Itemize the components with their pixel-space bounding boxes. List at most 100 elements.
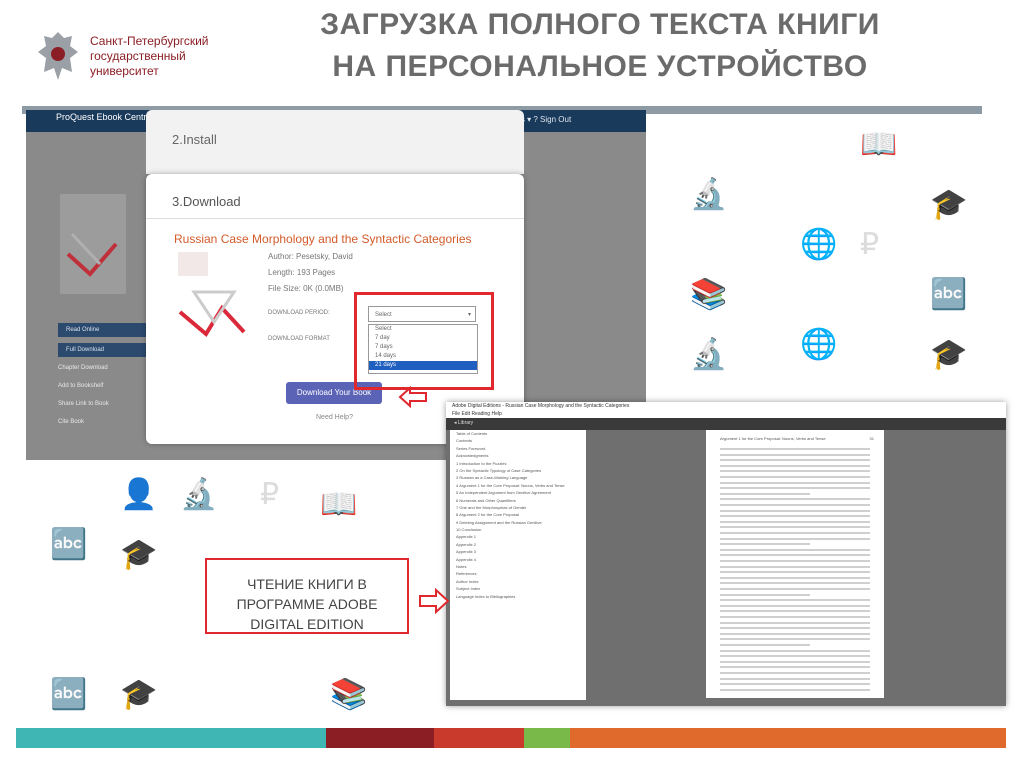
toc-item[interactable]: Subject Index (450, 585, 586, 592)
graduation-cap-icon: 🎓 (120, 538, 158, 571)
microscope-icon: 🔬 (690, 338, 728, 371)
toc-item[interactable]: 4 Argument 1 for the Core Proposal: Noun… (450, 482, 586, 489)
caption-line: ПРОГРАММЕ ADOBE (236, 596, 378, 612)
page-text-line (720, 621, 870, 624)
logo-line: университет (90, 64, 159, 78)
ebook-brand: ProQuest Ebook Central (56, 112, 154, 122)
toc-item[interactable]: 7 One and the Morphosyntax of Gender (450, 504, 586, 511)
toc-item[interactable]: References (450, 570, 586, 577)
title-line: ЗАГРУЗКА ПОЛНОГО ТЕКСТА КНИГИ (320, 8, 880, 41)
page-text-line (720, 537, 870, 540)
library-button[interactable]: ◂ Library (454, 420, 473, 426)
page-text-line (720, 453, 870, 456)
page-text-line (720, 504, 870, 506)
page-text-line (720, 498, 870, 501)
university-name: Санкт-Петербургский государственный унив… (90, 34, 240, 79)
toc-item[interactable]: 10 Conclusion (450, 526, 586, 533)
page-text-line (720, 509, 870, 512)
toc-item[interactable]: 2 On the Syntactic Typology of Case Cate… (450, 467, 586, 474)
toc-item[interactable]: 3 Russian as a Case-Marking Language (450, 474, 586, 481)
slide-title: ЗАГРУЗКА ПОЛНОГО ТЕКСТА КНИГИ НА ПЕРСОНА… (250, 4, 950, 88)
adobe-menu-bar[interactable]: File Edit Reading Help (446, 410, 1006, 418)
page-text-line (720, 476, 870, 478)
person-icon: 👤 (120, 478, 158, 511)
toc-item[interactable]: Language Index to Bibliographies (450, 593, 586, 600)
page-text-line (720, 492, 810, 495)
page-text-line (720, 565, 870, 568)
microscope-icon: 🔬 (180, 478, 218, 511)
need-help-link[interactable]: Need Help? (316, 414, 353, 421)
dropdown-highlight-frame (354, 292, 494, 390)
toc-item[interactable]: Contents (450, 437, 586, 444)
arrow-left-icon (398, 386, 427, 408)
caption-box: ЧТЕНИЕ КНИГИ В ПРОГРАММЕ ADOBE DIGITAL E… (205, 558, 409, 634)
page-text-line (720, 627, 870, 630)
page-text-line (720, 632, 870, 635)
toc-item[interactable]: 5 An Independent Argument from Genitive … (450, 489, 586, 496)
page-text-line (720, 520, 870, 523)
page-text-line (720, 464, 870, 467)
table-of-contents-panel: Table of Contents Contents Series Foreword… (450, 430, 586, 700)
install-step-label: 2.Install (172, 132, 217, 147)
page-text-line (720, 470, 870, 473)
abc-icon: 🔤 (930, 278, 968, 311)
cite-book-link[interactable]: Cite Book (58, 419, 84, 425)
toc-item[interactable]: 6 Numerals and Other Quantifiers (450, 497, 586, 504)
toc-item[interactable]: 1 Introduction to the Puzzles (450, 460, 586, 467)
footer-bar-green (524, 728, 570, 748)
page-number: 31 (869, 436, 874, 441)
page-text-line (720, 588, 870, 590)
page-text-line (720, 582, 870, 585)
page-text-line (720, 666, 870, 669)
download-format-label: DOWNLOAD FORMAT (268, 336, 330, 342)
toc-item[interactable]: 9 Deleting Assignment and the Russian Ge… (450, 519, 586, 526)
page-text-line (720, 683, 870, 686)
page-text-line (720, 481, 870, 484)
toc-item[interactable]: Table of Contents (450, 430, 586, 437)
logo-line: Санкт-Петербургский (90, 34, 209, 48)
page-text-line (720, 688, 870, 691)
toc-item[interactable]: Series Foreword (450, 445, 586, 452)
page-text-line (720, 677, 870, 680)
currency-icon: ₽ (260, 478, 280, 511)
download-step-label: 3.Download (172, 194, 241, 209)
graduation-cap-icon: 🎓 (930, 338, 968, 371)
install-step-panel: 2.Install (146, 110, 524, 174)
page-header: Argument 1 for the Core Proposal: Nouns,… (720, 436, 826, 441)
footer-bar-burgundy (326, 728, 434, 748)
adobe-digital-editions-window: Adobe Digital Editions - Russian Case Mo… (446, 402, 1006, 706)
toc-item[interactable]: Appendix 2 (450, 541, 586, 548)
toc-item[interactable]: Appendix 1 (450, 533, 586, 540)
caption-text: ЧТЕНИЕ КНИГИ В ПРОГРАММЕ ADOBE DIGITAL E… (207, 574, 407, 634)
toc-item[interactable]: Acknowledgments (450, 452, 586, 459)
title-line: НА ПЕРСОНАЛЬНОЕ УСТРОЙСТВО (332, 50, 868, 83)
footer-bar-orange (570, 728, 1006, 748)
add-to-bookshelf-link[interactable]: Add to Bookshelf (58, 383, 103, 389)
toc-item[interactable]: Notes (450, 563, 586, 570)
page-text-line (720, 593, 810, 596)
caption-line: ЧТЕНИЕ КНИГИ В (247, 576, 367, 592)
page-text-line (720, 599, 870, 602)
page-text-line (720, 515, 870, 518)
page-text-line (720, 655, 870, 658)
share-link[interactable]: Share Link to Book (58, 401, 109, 407)
page-text-line (720, 532, 870, 534)
toc-item[interactable]: Author Index (450, 578, 586, 585)
adobe-toolbar: ◂ Library (446, 418, 1006, 430)
page-text-line (720, 649, 870, 652)
globe-icon: 🌐 (800, 328, 838, 361)
toc-item[interactable]: Appendix 4 (450, 556, 586, 563)
toc-item[interactable]: 8 Argument 2 for the Core Proposal (450, 511, 586, 518)
book-thumbnail (174, 252, 254, 352)
microscope-icon: 🔬 (690, 178, 728, 211)
page-text-line (720, 548, 870, 551)
toc-item[interactable]: Appendix 3 (450, 548, 586, 555)
chapter-download-link[interactable]: Chapter Download (58, 365, 108, 371)
page-text-line (720, 560, 870, 562)
page-text-line (720, 448, 870, 450)
book-icon: 📖 (860, 128, 898, 161)
page-text-line (720, 604, 870, 607)
dialog-divider (146, 218, 524, 219)
page-text-line (720, 526, 870, 529)
graduation-cap-icon: 🎓 (120, 678, 158, 711)
